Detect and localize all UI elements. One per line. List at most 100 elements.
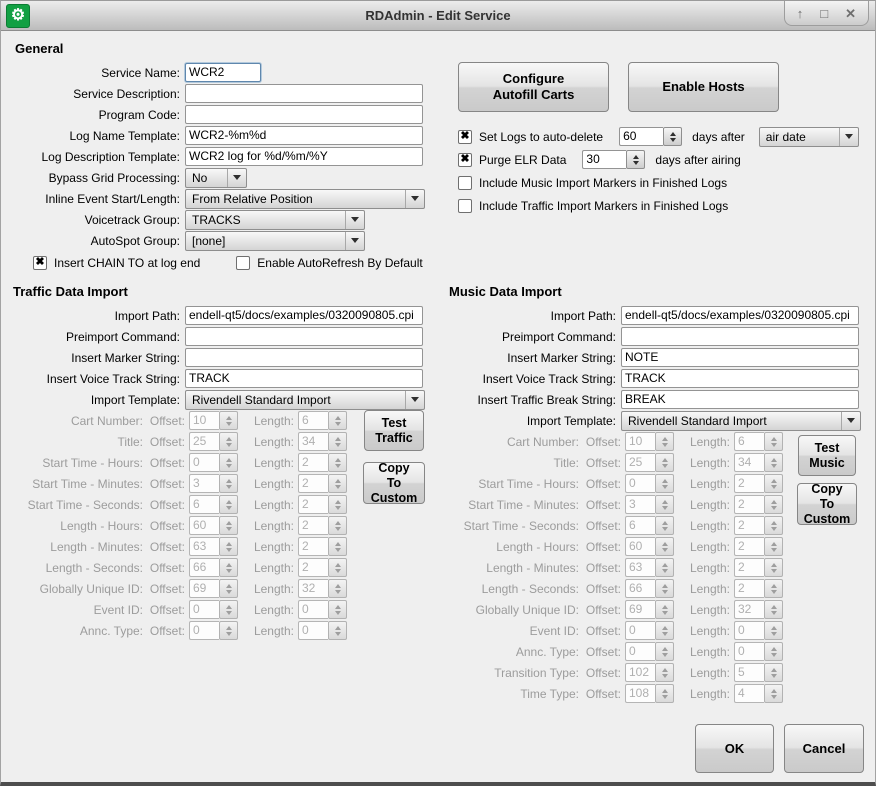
music-preimport-label: Preimport Command:	[437, 330, 621, 344]
spinner-arrows-icon[interactable]	[626, 150, 645, 169]
shade-icon[interactable]: ↑	[797, 7, 804, 20]
enable-hosts-button[interactable]: Enable Hosts	[628, 62, 779, 112]
log-options-section: ✖ Set Logs to auto-delete 60 days after …	[458, 125, 876, 217]
length-label: Length:	[248, 561, 298, 575]
log-description-template-input[interactable]: WCR2 log for %d/%m/%Y	[185, 147, 423, 166]
chain-to-checkbox[interactable]: ✖	[33, 256, 47, 270]
length-label: Length:	[684, 477, 734, 491]
include-traffic-markers-checkbox[interactable]	[458, 199, 472, 213]
spinner-arrows-icon	[328, 579, 347, 598]
bypass-grid-select[interactable]: No	[185, 168, 247, 188]
traffic-voice-track-input[interactable]: TRACK	[185, 369, 423, 388]
offset-spinbox: 63	[625, 558, 674, 577]
test-traffic-button[interactable]: Test Traffic	[364, 410, 424, 451]
traffic-preimport-row: Preimport Command:	[1, 326, 437, 347]
spinner-arrows-icon	[219, 453, 238, 472]
music-marker-label: Insert Marker String:	[437, 351, 621, 365]
music-import-path-input[interactable]: endell-qt5/docs/examples/0320090805.cpi	[621, 306, 859, 325]
field-label: Length - Minutes:	[1, 540, 147, 554]
length-spinbox: 34	[298, 432, 347, 451]
music-traffic-break-row: Insert Traffic Break String: BREAK	[437, 389, 876, 410]
length-spinbox: 2	[734, 537, 783, 556]
configure-autofill-carts-button[interactable]: Configure Autofill Carts	[458, 62, 609, 112]
purge-elr-days-spinbox[interactable]: 30	[582, 150, 645, 169]
length-label: Length:	[684, 624, 734, 638]
bypass-grid-label: Bypass Grid Processing:	[1, 171, 185, 185]
length-spinbox: 2	[734, 516, 783, 535]
field-parser-row: Event ID: Offset: 0 Length: 0	[437, 620, 876, 641]
log-name-template-input[interactable]: WCR2-%m%d	[185, 126, 423, 145]
include-music-markers-checkbox[interactable]	[458, 176, 472, 190]
auto-delete-suffix: days after	[692, 130, 745, 144]
traffic-marker-input[interactable]	[185, 348, 423, 367]
autospot-group-select[interactable]: [none]	[185, 231, 365, 251]
traffic-template-select[interactable]: Rivendell Standard Import	[185, 390, 425, 410]
voicetrack-group-select[interactable]: TRACKS	[185, 210, 365, 230]
service-name-input[interactable]: WCR2	[185, 63, 261, 82]
spinner-arrows-icon	[328, 516, 347, 535]
maximize-icon[interactable]: □	[820, 7, 828, 20]
include-traffic-markers-label: Include Traffic Import Markers in Finish…	[479, 199, 728, 213]
length-label: Length:	[684, 540, 734, 554]
offset-spinbox: 10	[189, 411, 238, 430]
program-code-input[interactable]	[185, 105, 423, 124]
voicetrack-group-label: Voicetrack Group:	[1, 213, 185, 227]
field-label: Transition Type:	[437, 666, 583, 680]
music-preimport-input[interactable]	[621, 327, 859, 346]
offset-spinbox: 108	[625, 684, 674, 703]
field-label: Start Time - Hours:	[1, 456, 147, 470]
offset-label: Offset:	[583, 477, 625, 491]
length-spinbox: 4	[734, 684, 783, 703]
field-parser-row: Annc. Type: Offset: 0 Length: 0	[437, 641, 876, 662]
log-description-template-label: Log Description Template:	[1, 150, 185, 164]
cancel-button[interactable]: Cancel	[784, 724, 864, 773]
spinner-arrows-icon[interactable]	[663, 127, 682, 146]
traffic-preimport-input[interactable]	[185, 327, 423, 346]
bypass-grid-row: Bypass Grid Processing: No	[1, 167, 437, 188]
field-parser-row: Length - Seconds: Offset: 66 Length: 2	[1, 557, 437, 578]
music-voice-track-input[interactable]: TRACK	[621, 369, 859, 388]
spinner-arrows-icon	[764, 642, 783, 661]
offset-spinbox: 25	[189, 432, 238, 451]
spinner-arrows-icon	[219, 432, 238, 451]
offset-label: Offset:	[583, 498, 625, 512]
music-template-select[interactable]: Rivendell Standard Import	[621, 411, 861, 431]
music-copy-to-custom-button[interactable]: Copy To Custom	[797, 483, 857, 525]
auto-delete-unit-select[interactable]: air date	[759, 127, 859, 147]
autorefresh-checkbox[interactable]	[236, 256, 250, 270]
traffic-import-path-input[interactable]: endell-qt5/docs/examples/0320090805.cpi	[185, 306, 423, 325]
general-section: General Service Name: WCR2 Service Descr…	[1, 41, 437, 274]
length-spinbox: 6	[734, 432, 783, 451]
length-label: Length:	[248, 435, 298, 449]
ok-button[interactable]: OK	[695, 724, 774, 773]
offset-spinbox: 66	[625, 579, 674, 598]
chevron-down-icon	[841, 412, 860, 430]
service-description-input[interactable]	[185, 84, 423, 103]
auto-delete-days-spinbox[interactable]: 60	[619, 127, 682, 146]
close-icon[interactable]: ✕	[845, 7, 856, 20]
spinner-arrows-icon	[655, 663, 674, 682]
test-music-button[interactable]: Test Music	[798, 435, 856, 476]
offset-label: Offset:	[583, 519, 625, 533]
music-traffic-break-input[interactable]: BREAK	[621, 390, 859, 409]
purge-elr-checkbox[interactable]: ✖	[458, 153, 472, 167]
offset-spinbox: 6	[625, 516, 674, 535]
field-parser-row: Length - Minutes: Offset: 63 Length: 2	[437, 557, 876, 578]
music-marker-input[interactable]: NOTE	[621, 348, 859, 367]
spinner-arrows-icon	[328, 411, 347, 430]
offset-label: Offset:	[583, 687, 625, 701]
spinner-arrows-icon	[328, 621, 347, 640]
offset-spinbox: 69	[625, 600, 674, 619]
traffic-copy-to-custom-button[interactable]: Copy To Custom	[363, 462, 425, 504]
titlebar[interactable]: ⚙ RDAdmin - Edit Service ↑ □ ✕	[1, 1, 875, 31]
log-name-template-row: Log Name Template: WCR2-%m%d	[1, 125, 437, 146]
spinner-arrows-icon	[764, 453, 783, 472]
length-label: Length:	[684, 561, 734, 575]
offset-label: Offset:	[583, 666, 625, 680]
auto-delete-row: ✖ Set Logs to auto-delete 60 days after …	[458, 125, 876, 148]
offset-spinbox: 0	[625, 621, 674, 640]
inline-event-select[interactable]: From Relative Position	[185, 189, 425, 209]
field-parser-row: Time Type: Offset: 108 Length: 4	[437, 683, 876, 704]
auto-delete-checkbox[interactable]: ✖	[458, 130, 472, 144]
spinner-arrows-icon	[764, 474, 783, 493]
